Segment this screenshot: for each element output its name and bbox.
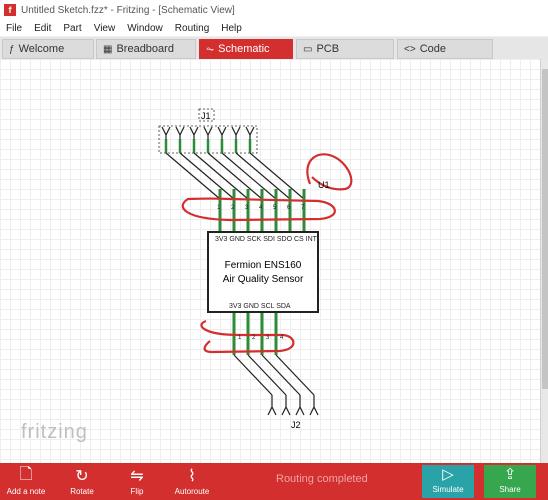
menu-help[interactable]: Help	[215, 23, 248, 34]
breadboard-icon: ▦	[103, 43, 113, 55]
simulate-button[interactable]: ▷ Simulate	[422, 465, 474, 498]
u1-pin-number: 1	[217, 205, 221, 211]
simulate-label: Simulate	[432, 485, 464, 494]
menu-bar: File Edit Part View Window Routing Help	[0, 20, 548, 36]
j1-pin-stubs	[164, 139, 252, 153]
u1-name-line1: Fermion ENS160	[224, 260, 302, 271]
j1-label: J1	[201, 111, 211, 121]
tab-code-label: Code	[419, 43, 446, 55]
j2-connector-pins	[267, 395, 319, 416]
u1-pin-number: 2	[231, 205, 235, 211]
tab-code[interactable]: <> Code	[397, 39, 493, 59]
menu-edit[interactable]: Edit	[28, 23, 57, 34]
rotate-label: Rotate	[70, 487, 94, 496]
j2-label: J2	[291, 420, 301, 430]
fritzing-f-icon: ƒ	[9, 43, 15, 55]
title-bar: f Untitled Sketch.fzz* - Fritzing - [Sch…	[0, 0, 548, 20]
fritzing-logo: fritzing	[21, 421, 88, 443]
flip-icon: ⇋	[130, 468, 144, 485]
tab-breadboard-label: Breadboard	[116, 43, 174, 55]
tab-welcome-label: Welcome	[18, 43, 65, 55]
rotate-icon: ↻	[75, 468, 89, 485]
window-title: Untitled Sketch.fzz* - Fritzing - [Schem…	[21, 4, 235, 16]
menu-part[interactable]: Part	[57, 23, 87, 34]
rotate-button[interactable]: ↻ Rotate	[64, 465, 100, 496]
bottom-toolbar: 🗋 Add a note ↻ Rotate ⇋ Flip ⌇ Autoroute…	[0, 463, 548, 500]
schematic-canvas[interactable]: J1 U1 J2 1 2 3 4 5 6 7 1 2 3 4 3V3 GND S…	[0, 59, 540, 463]
menu-window[interactable]: Window	[121, 23, 169, 34]
tab-welcome[interactable]: ƒ Welcome	[2, 39, 94, 59]
add-note-button[interactable]: 🗋 Add a note	[6, 465, 46, 497]
pcb-icon: ▭	[303, 43, 313, 55]
add-note-label: Add a note	[6, 487, 46, 496]
share-button[interactable]: ⇪ Share	[484, 465, 536, 498]
note-icon: 🗋	[19, 465, 33, 483]
flip-label: Flip	[130, 487, 144, 496]
u1-name-line2: Air Quality Sensor	[222, 274, 304, 285]
tab-breadboard[interactable]: ▦ Breadboard	[96, 39, 196, 59]
tab-schematic[interactable]: ⏦ Schematic	[199, 39, 293, 59]
tab-pcb[interactable]: ▭ PCB	[296, 39, 394, 59]
u1-ens160-component[interactable]: 3V3 GND SCK SDI SDO CS INT Fermion ENS16…	[207, 231, 319, 313]
autoroute-icon: ⌇	[188, 468, 196, 485]
schematic-icon: ⏦	[206, 43, 215, 55]
tab-pcb-label: PCB	[316, 43, 340, 55]
u1-pin-number: 6	[287, 205, 291, 211]
scrollbar-thumb[interactable]	[542, 69, 548, 389]
u1-pin-number: 5	[273, 205, 277, 211]
autoroute-label: Autoroute	[174, 487, 210, 496]
u1-pin-number: 3	[245, 205, 249, 211]
autoroute-button[interactable]: ⌇ Autoroute	[172, 465, 212, 496]
u1-bottom-pin-number: 3	[266, 335, 270, 341]
u1-bottom-pin-number: 2	[252, 335, 256, 341]
menu-routing[interactable]: Routing	[169, 23, 215, 34]
u1-pin-number: 7	[301, 205, 305, 211]
share-icon: ⇪	[503, 466, 517, 483]
u1-top-pin-names: 3V3 GND SCK SDI SDO CS INT	[215, 236, 317, 243]
tab-schematic-label: Schematic	[218, 43, 270, 55]
u1-label: U1	[318, 180, 330, 190]
u1-pin-number: 4	[259, 205, 263, 211]
u1-bottom-pin-names: 3V3 GND SCL SDA	[229, 303, 291, 310]
share-label: Share	[499, 485, 521, 494]
flip-button[interactable]: ⇋ Flip	[122, 465, 152, 496]
wires-u1-to-j2	[233, 354, 315, 396]
vertical-scrollbar[interactable]	[540, 59, 548, 463]
u1-bottom-pin-number: 4	[280, 335, 284, 341]
routing-status: Routing completed	[276, 473, 368, 485]
fritzing-app-icon: f	[4, 4, 16, 16]
u1-bottom-pin-number: 1	[238, 335, 242, 341]
menu-file[interactable]: File	[0, 23, 28, 34]
menu-view[interactable]: View	[88, 23, 122, 34]
play-icon: ▷	[442, 466, 454, 483]
u1-component-name: Fermion ENS160 Air Quality Sensor	[209, 259, 317, 287]
view-tab-bar: ƒ Welcome ▦ Breadboard ⏦ Schematic ▭ PCB…	[0, 37, 548, 59]
code-icon: <>	[404, 43, 416, 55]
